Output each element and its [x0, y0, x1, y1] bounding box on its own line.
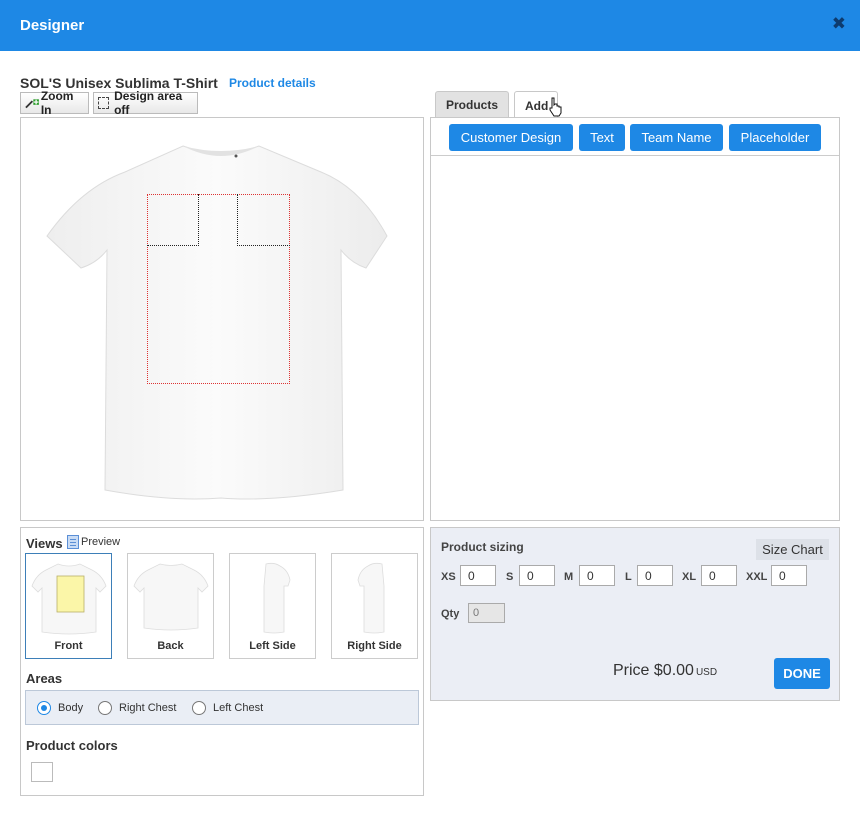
view-back-label: Back [157, 640, 184, 652]
preview-icon [67, 535, 79, 549]
zoom-in-icon [25, 99, 39, 109]
size-input-xxl[interactable] [771, 565, 807, 586]
size-input-xl[interactable] [701, 565, 737, 586]
product-colors-label: Product colors [26, 738, 118, 753]
area-option-left-chest[interactable]: Left Chest [192, 701, 263, 715]
area-left-chest-radio[interactable] [192, 701, 206, 715]
text-button[interactable]: Text [579, 124, 625, 151]
view-left-side[interactable]: Left Side [229, 553, 316, 659]
tab-products[interactable]: Products [435, 91, 509, 118]
tshirt-left-side-thumb [263, 562, 291, 634]
customer-design-button[interactable]: Customer Design [449, 124, 573, 151]
zoom-in-label: Zoom In [40, 89, 74, 117]
product-details-link[interactable]: Product details [229, 76, 316, 90]
add-toolbar: Customer Design Text Team Name Placehold… [431, 118, 839, 156]
design-area-label: Design area off [114, 89, 183, 117]
size-chart-button[interactable]: Size Chart [756, 539, 829, 560]
area-option-body[interactable]: Body [37, 701, 83, 715]
placeholder-button[interactable]: Placeholder [729, 124, 821, 151]
design-canvas[interactable] [20, 117, 424, 521]
sizing-panel: Product sizing Size Chart XS S M L XL XX… [430, 527, 840, 701]
areas-options: Body Right Chest Left Chest [25, 690, 419, 725]
size-input-m[interactable] [579, 565, 615, 586]
dialog-title: Designer [20, 17, 85, 34]
hand-cursor-icon [549, 97, 562, 117]
tshirt-back-thumb [133, 563, 209, 631]
qty-input [468, 603, 505, 623]
view-right-side-label: Right Side [347, 640, 402, 652]
view-front[interactable]: Front [25, 553, 112, 659]
design-area-toggle-button[interactable]: Design area off [93, 89, 198, 117]
dialog-header: Designer ✖ [0, 0, 860, 51]
design-area-left-chest[interactable] [237, 194, 290, 246]
size-label-m: M [564, 571, 574, 583]
preview-label: Preview [81, 536, 121, 548]
product-sizing-label: Product sizing [441, 540, 524, 554]
tshirt-right-side-thumb [357, 562, 385, 634]
size-label-xl: XL [682, 571, 697, 583]
size-input-s[interactable] [519, 565, 555, 586]
team-name-button[interactable]: Team Name [630, 124, 723, 151]
area-option-right-chest[interactable]: Right Chest [98, 701, 176, 715]
preview-link[interactable]: Preview [67, 535, 120, 549]
design-area-icon [98, 97, 110, 109]
size-label-l: L [625, 571, 632, 583]
zoom-in-button[interactable]: Zoom In [20, 89, 89, 117]
size-label-s: S [506, 571, 514, 583]
close-icon[interactable]: ✖ [832, 15, 846, 32]
add-panel: Customer Design Text Team Name Placehold… [430, 117, 840, 521]
views-label: Views [26, 536, 63, 551]
design-area-right-chest[interactable] [147, 194, 199, 246]
area-right-chest-radio[interactable] [98, 701, 112, 715]
view-back[interactable]: Back [127, 553, 214, 659]
view-front-label: Front [54, 640, 83, 652]
color-swatch-white[interactable] [31, 762, 53, 782]
size-input-l[interactable] [637, 565, 673, 586]
view-left-side-label: Left Side [249, 640, 296, 652]
view-right-side[interactable]: Right Side [331, 553, 418, 659]
tshirt-front-thumb [31, 563, 107, 635]
area-body-label: Body [58, 702, 84, 714]
area-right-chest-label: Right Chest [119, 702, 177, 714]
size-label-xs: XS [441, 571, 456, 583]
price-value: Price $0.00 [613, 662, 694, 679]
price-display: Price $0.00 USD [613, 662, 717, 680]
area-left-chest-label: Left Chest [213, 702, 264, 714]
views-panel: Views Preview Front Back Left Side Right… [20, 527, 424, 796]
area-body-radio[interactable] [37, 701, 51, 715]
size-input-xs[interactable] [460, 565, 496, 586]
size-label-xxl: XXL [746, 571, 768, 583]
done-button[interactable]: DONE [774, 658, 830, 689]
areas-label: Areas [26, 671, 63, 686]
price-currency: USD [695, 667, 718, 678]
qty-label: Qty [441, 608, 460, 620]
